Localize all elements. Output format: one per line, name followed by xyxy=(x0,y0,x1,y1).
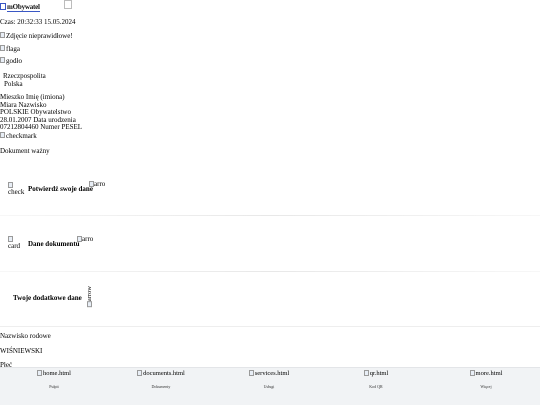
time-line: Czas: 20:32:33 15.05.2024 xyxy=(0,18,76,26)
nav-qr-alt: qr.html xyxy=(369,370,389,377)
more-icon xyxy=(469,370,475,376)
flag-image: flaga xyxy=(0,45,20,53)
additional-data-title: Twoje dodatkowe dane xyxy=(13,294,82,302)
nav-item-documents[interactable]: documents.html Dokumenty xyxy=(125,370,197,402)
documents-icon xyxy=(137,370,143,376)
broken-image-icon xyxy=(64,0,72,9)
country-line-1: Rzeczpospolita xyxy=(3,72,46,80)
checkmark-alt: checkmark xyxy=(6,132,37,140)
broken-image-icon xyxy=(0,132,5,138)
confirm-data-title: Potwierdź swoje dane xyxy=(28,185,93,193)
profile-photo: Zdjęcie nieprawidłowe! xyxy=(0,32,73,40)
document-status: Dokument ważny xyxy=(0,147,50,155)
card-icon-alt: card xyxy=(8,242,21,250)
broken-image-icon xyxy=(87,301,92,308)
broken-image-icon xyxy=(0,45,5,51)
nav-label-more: Więcej xyxy=(480,384,492,389)
arrow-right-icon: arro xyxy=(77,236,93,243)
nav-services-alt: services.html xyxy=(254,370,290,377)
pesel-line: 07212804460 Numer PESEL xyxy=(0,123,83,131)
section-divider xyxy=(0,326,540,327)
arrow-right-icon: arrow xyxy=(86,286,93,308)
arrow-alt: arrow xyxy=(86,286,93,302)
maiden-name-value: WIŚNIEWSKI xyxy=(0,347,43,355)
confirm-data-card[interactable]: check Potwierdź swoje dane arro xyxy=(0,160,540,216)
flag-alt: flaga xyxy=(6,45,20,53)
nav-label-qr: Kod QR xyxy=(369,384,383,389)
app-logo: mObywatel xyxy=(0,3,40,12)
bottom-navigation: home.html Pulpit documents.html Dokument… xyxy=(0,367,540,405)
emblem-image: godło xyxy=(0,57,22,65)
emblem-alt: godło xyxy=(6,57,22,65)
document-data-card[interactable]: card Dane dokumentu arro xyxy=(0,216,540,272)
logo-text: mObywatel xyxy=(7,3,40,12)
nav-label-dashboard: Pulpit xyxy=(49,384,59,389)
card-icon: card xyxy=(8,236,20,250)
nav-label-services: Usługi xyxy=(263,384,275,389)
broken-image-icon xyxy=(0,32,5,38)
logo-mark-icon xyxy=(0,3,6,10)
arrow-alt: arro xyxy=(82,235,94,243)
maiden-name-label: Nazwisko rodowe xyxy=(0,332,51,340)
country-line-2: Polska xyxy=(4,80,23,88)
arrow-alt: arro xyxy=(94,180,106,188)
qr-code-icon xyxy=(363,370,369,376)
nav-item-services[interactable]: services.html Usługi xyxy=(236,370,302,402)
nav-item-more[interactable]: more.html Więcej xyxy=(459,370,513,402)
nav-item-qr[interactable]: qr.html Kod QR xyxy=(354,370,398,402)
checkmark-image: checkmark xyxy=(0,132,37,140)
nav-documents-alt: documents.html xyxy=(143,370,185,377)
nav-item-dashboard[interactable]: home.html Pulpit xyxy=(26,370,82,402)
services-icon xyxy=(248,370,254,376)
nav-label-documents: Dokumenty xyxy=(151,384,171,389)
home-icon xyxy=(37,370,42,376)
nav-more-alt: more.html xyxy=(475,370,503,377)
document-data-title: Dane dokumentu xyxy=(28,240,80,248)
check-icon-alt: check xyxy=(8,188,25,196)
check-icon: check xyxy=(8,182,24,196)
profile-photo-alt: Zdjęcie nieprawidłowe! xyxy=(6,32,73,40)
additional-data-card[interactable]: Twoje dodatkowe dane arrow xyxy=(0,272,540,326)
personal-data: Mieszko Imię (imiona) Miara Nazwisko POL… xyxy=(0,93,83,132)
arrow-right-icon: arro xyxy=(89,181,105,188)
nav-home-alt: home.html xyxy=(43,370,71,377)
country-name: Rzeczpospolita Polska xyxy=(3,72,46,88)
broken-image-icon xyxy=(0,57,5,63)
